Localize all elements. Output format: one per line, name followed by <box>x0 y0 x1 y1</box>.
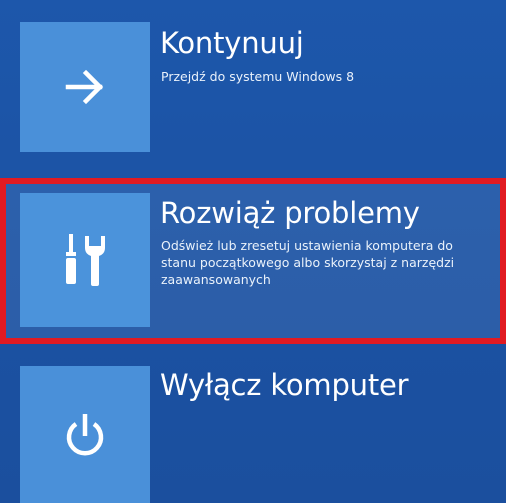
option-title: Kontynuuj <box>160 26 304 60</box>
option-shutdown[interactable]: Wyłącz komputer <box>0 350 506 503</box>
troubleshoot-tile[interactable] <box>20 193 150 327</box>
option-troubleshoot[interactable]: Rozwiąż problemy Odśwież lub zresetuj us… <box>0 178 506 344</box>
arrow-right-icon <box>65 69 104 105</box>
option-title: Rozwiąż problemy <box>160 196 420 230</box>
tools-icon <box>66 234 105 286</box>
option-description: Przejdź do systemu Windows 8 <box>161 69 355 84</box>
shutdown-tile[interactable] <box>20 366 150 503</box>
continue-tile[interactable] <box>20 22 150 152</box>
option-continue[interactable]: Kontynuuj Przejdź do systemu Windows 8 <box>0 0 506 175</box>
option-description: Odśwież lub zresetuj ustawienia komputer… <box>161 238 455 287</box>
recovery-options-screen: Kontynuuj Przejdź do systemu Windows 8 R… <box>0 0 506 503</box>
power-icon <box>66 413 104 455</box>
option-title: Wyłącz komputer <box>160 368 409 402</box>
